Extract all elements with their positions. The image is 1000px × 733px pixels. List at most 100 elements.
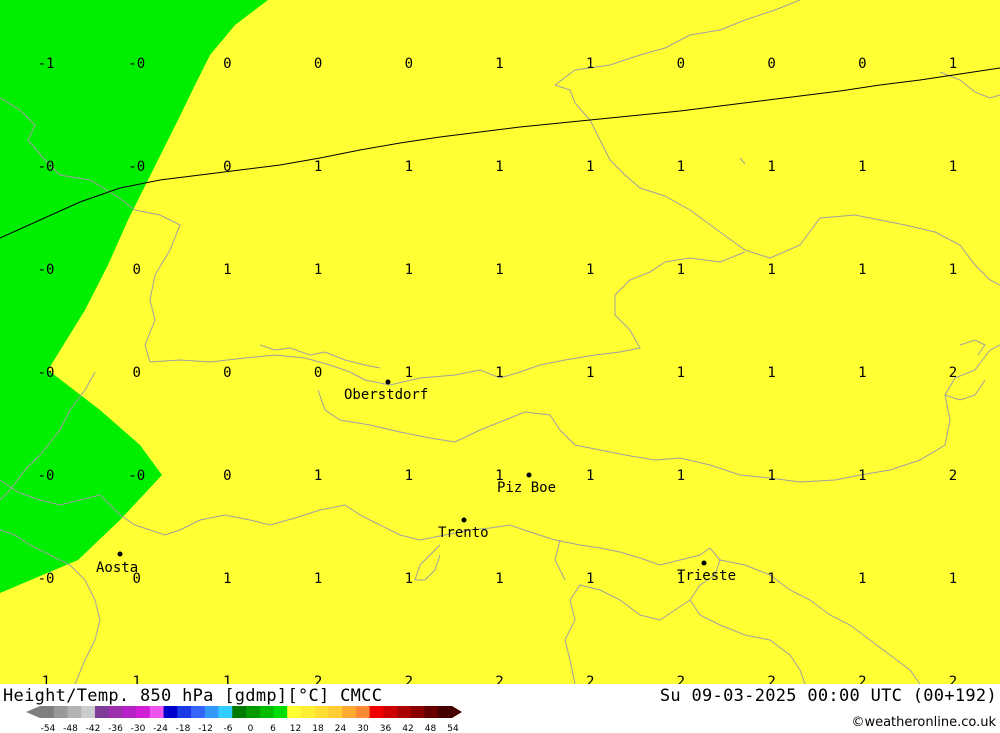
scale-cell	[300, 706, 316, 718]
credit-link[interactable]: ©weatheronline.co.uk	[851, 715, 996, 730]
grid-value: -0	[38, 468, 55, 484]
grid-value: 2	[858, 674, 866, 684]
grid-value: 0	[223, 468, 231, 484]
grid-value: 1	[314, 468, 322, 484]
grid-value: 0	[767, 56, 775, 72]
grid-value: 1	[586, 56, 594, 72]
grid-value: 2	[767, 674, 775, 684]
grid-value: 1	[677, 468, 685, 484]
scale-tick-label: -18	[176, 724, 191, 733]
grid-value: -0	[128, 468, 145, 484]
scale-cell	[218, 706, 233, 718]
scale-cell	[81, 706, 96, 718]
scale-tick-label: -48	[63, 724, 78, 733]
grid-value: 1	[767, 365, 775, 381]
grid-value: 1	[314, 159, 322, 175]
grid-value: 1	[858, 571, 866, 587]
grid-value: 0	[677, 56, 685, 72]
scale-tick-label: 18	[312, 724, 324, 733]
grid-value: 1	[586, 571, 594, 587]
grid-value: -0	[128, 56, 145, 72]
scale-cell	[287, 706, 302, 718]
scale-arrow-right-icon	[452, 706, 462, 718]
grid-value: 0	[223, 159, 231, 175]
scale-cell	[314, 706, 329, 718]
scale-tick-label: -30	[131, 724, 146, 733]
grid-value: 1	[677, 262, 685, 278]
scale-cell	[53, 706, 68, 718]
scale-tick-label: 30	[357, 724, 369, 733]
grid-value: 1	[223, 262, 231, 278]
scale-cell	[397, 706, 412, 718]
scale-arrow-left-icon	[26, 706, 40, 718]
grid-value: 1	[586, 365, 594, 381]
scale-tick-label: -54	[41, 724, 56, 733]
grid-value: 1	[949, 262, 957, 278]
grid-value: 1	[677, 159, 685, 175]
city-marker-icon	[385, 379, 391, 385]
grid-value: 0	[132, 262, 140, 278]
scale-cell	[191, 706, 206, 718]
scale-tick-label: 6	[270, 724, 276, 733]
grid-value: 1	[132, 674, 140, 684]
grid-value: 1	[405, 159, 413, 175]
grid-value: 1	[405, 365, 413, 381]
scale-cell	[136, 706, 151, 718]
city-marker-icon	[526, 472, 532, 478]
scale-cell	[259, 706, 274, 718]
color-scale-legend: -54 -48 -42 -36 -30 -24 -18 -12 -6 0 6 12 18 24 30 36 42…	[26, 706, 462, 733]
grid-value: 2	[405, 674, 413, 684]
scale-cell	[149, 706, 164, 718]
city-label: Trieste	[677, 568, 736, 584]
grid-value: 2	[949, 674, 957, 684]
scale-cell	[108, 706, 123, 718]
grid-value: 1	[858, 365, 866, 381]
grid-value: 1	[223, 571, 231, 587]
grid-value: 1	[858, 262, 866, 278]
grid-value: 1	[858, 159, 866, 175]
grid-value: 0	[223, 56, 231, 72]
grid-value: 2	[677, 674, 685, 684]
scale-cell	[342, 706, 357, 718]
scale-cell	[246, 706, 261, 718]
scale-cell	[94, 706, 110, 718]
grid-value: 1	[586, 159, 594, 175]
grid-value: 1	[495, 365, 503, 381]
grid-value: 0	[132, 365, 140, 381]
grid-value: 0	[858, 56, 866, 72]
grid-value: 1	[767, 571, 775, 587]
grid-value: 1	[314, 571, 322, 587]
scale-tick-label: 54	[447, 724, 459, 733]
grid-value: -0	[128, 159, 145, 175]
scale-tick-label: 12	[290, 724, 301, 733]
grid-value: 1	[405, 262, 413, 278]
grid-value: -0	[38, 159, 55, 175]
scale-tick-label: -12	[198, 724, 213, 733]
scale-tick-label: -6	[224, 724, 233, 733]
city-marker-icon	[701, 560, 707, 566]
grid-value: 2	[495, 674, 503, 684]
scale-cell	[328, 706, 343, 718]
grid-value: 1	[949, 571, 957, 587]
scale-cell	[273, 706, 288, 718]
scale-cell	[204, 706, 219, 718]
grid-value: 1	[495, 56, 503, 72]
scale-cell	[67, 706, 82, 718]
weather-map: -1 -0 0 0 0 1 1 0 0 0 1 -0 -0 0 1 1 1 1 1 1 1 1 -0 0 1 1 1 1 1 1 1 1 1 -0…	[0, 0, 1000, 684]
city-label: Aosta	[96, 560, 138, 576]
city-label: Oberstdorf	[344, 387, 428, 403]
grid-value: 1	[949, 56, 957, 72]
grid-value: 1	[405, 468, 413, 484]
scale-tick-label: -24	[153, 724, 168, 733]
scale-tick-label: 0	[248, 724, 254, 733]
scale-tick-label: -36	[108, 724, 123, 733]
grid-value: 1	[767, 262, 775, 278]
grid-value: 1	[42, 674, 50, 684]
grid-value: 0	[314, 365, 322, 381]
scale-cell	[369, 706, 384, 718]
scale-cell	[163, 706, 178, 718]
scale-cell	[177, 706, 192, 718]
grid-value: 0	[314, 56, 322, 72]
grid-value: 2	[314, 674, 322, 684]
grid-value: -0	[38, 365, 55, 381]
